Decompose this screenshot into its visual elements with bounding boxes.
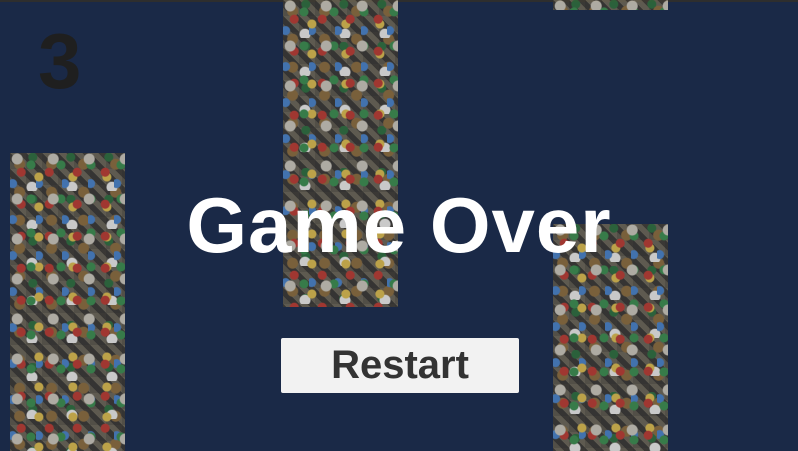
game-canvas: 3 Game Over Restart: [0, 0, 798, 451]
restart-button[interactable]: Restart: [281, 338, 519, 393]
trash-obstacle-top-right: [553, 0, 668, 10]
top-border: [0, 0, 798, 2]
score-counter: 3: [38, 17, 82, 105]
game-over-title: Game Over: [186, 181, 612, 269]
